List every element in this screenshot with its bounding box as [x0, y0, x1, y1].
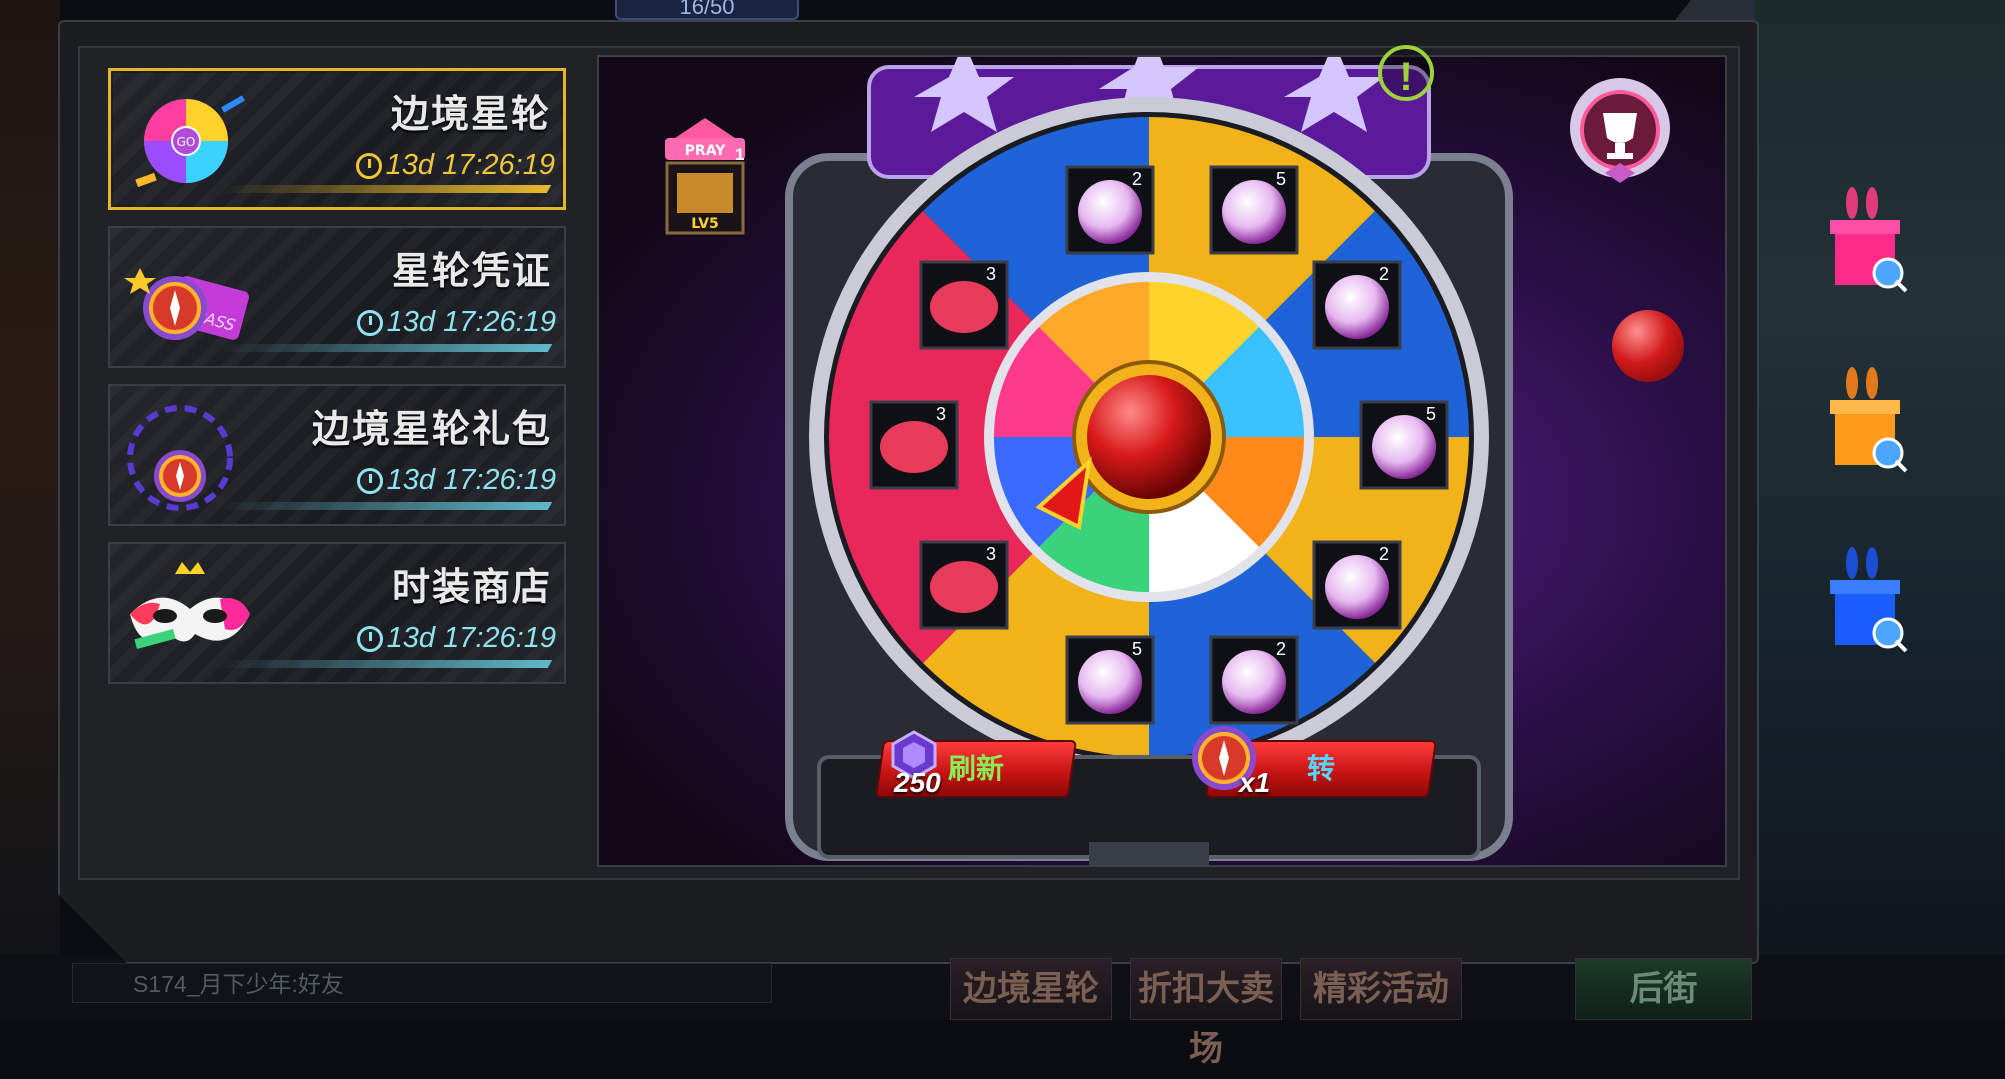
- chat-bar[interactable]: S174_月下少年:好友: [72, 963, 772, 1003]
- slot-count: 3: [986, 264, 996, 284]
- tab-fashion-shop[interactable]: 时装商店 13d 17:26:19: [108, 542, 566, 684]
- tab-timer: 13d 17:26:19: [355, 149, 555, 182]
- tab-timer: 13d 17:26:19: [356, 306, 556, 339]
- timer-text: 13d 17:26:19: [386, 622, 556, 654]
- tab-title: 星轮凭证: [391, 251, 552, 293]
- refresh-cost: 250: [894, 767, 941, 798]
- tab-title: 边境星轮: [390, 94, 551, 136]
- pray-chest-icon: PRAY LV5: [665, 118, 745, 235]
- timer-text: 13d 17:26:19: [385, 149, 555, 181]
- bottom-tab-events[interactable]: 精彩活动: [1300, 958, 1462, 1020]
- tab-wheel-pass[interactable]: PASS 星轮凭证 13d 17:26:19: [108, 226, 566, 368]
- slot-count: 2: [1379, 544, 1389, 564]
- top-counter: 16/50: [615, 0, 799, 20]
- svg-text:PRAY: PRAY: [685, 143, 727, 159]
- pray-badge[interactable]: PRAY LV5: [655, 108, 755, 238]
- background-left: [0, 0, 60, 1020]
- slot-count: 5: [1276, 169, 1286, 189]
- slot-count: 3: [986, 544, 996, 564]
- tab-progress-bar: [218, 185, 552, 193]
- compass-gauge-icon: [127, 405, 233, 511]
- pass-ticket-icon: PASS: [124, 268, 249, 340]
- gift-box-pink-icon[interactable]: [1830, 185, 1910, 295]
- timer-text: 13d 17:26:19: [386, 306, 556, 338]
- stopwatch-icon: [355, 152, 382, 179]
- svg-text:LV5: LV5: [691, 216, 719, 232]
- slot-lever[interactable]: [1612, 310, 1684, 382]
- tab-title: 边境星轮礼包: [311, 409, 552, 451]
- tab-frontier-wheel[interactable]: GO 边境星轮 13d 17:26:19: [108, 68, 566, 210]
- spin-cost: x1: [1239, 767, 1271, 798]
- stopwatch-icon: [356, 625, 383, 652]
- color-wheel-icon: GO: [135, 95, 245, 188]
- trophy-icon[interactable]: [1565, 68, 1675, 198]
- stopwatch-icon: [356, 309, 383, 336]
- pray-badge-count: 1: [735, 145, 745, 164]
- tab-progress-bar: [217, 344, 553, 352]
- slot-count: 5: [1426, 404, 1436, 424]
- tab-progress-bar: [217, 660, 553, 668]
- slot-count: 3: [936, 404, 946, 424]
- slot-machine-stage: 2 5 2 5 2 2 5 3 3 3 刷新 250 转 x1: [597, 55, 1727, 867]
- tab-timer: 13d 17:26:19: [356, 622, 556, 655]
- tab-title: 时装商店: [391, 567, 552, 609]
- slot-count: 2: [1276, 639, 1286, 659]
- slot-count: 5: [1132, 639, 1142, 659]
- gift-box-blue-icon[interactable]: [1830, 545, 1910, 655]
- tab-progress-bar: [217, 502, 553, 510]
- background-right: [1755, 0, 2005, 1020]
- gift-box-orange-icon[interactable]: [1830, 365, 1910, 475]
- bottom-tab-frontier-wheel[interactable]: 边境星轮: [950, 958, 1112, 1020]
- slot-count: 2: [1379, 264, 1389, 284]
- stopwatch-icon: [356, 467, 383, 494]
- svg-text:GO: GO: [177, 135, 196, 149]
- mask-icon: [130, 562, 250, 650]
- tab-wheel-pack[interactable]: 边境星轮礼包 13d 17:26:19: [108, 384, 566, 526]
- bottom-tab-back-street[interactable]: 后街: [1575, 958, 1752, 1020]
- info-icon[interactable]: !: [1378, 45, 1434, 101]
- slot-count: 2: [1132, 169, 1142, 189]
- timer-text: 13d 17:26:19: [386, 464, 556, 496]
- tab-timer: 13d 17:26:19: [356, 464, 556, 497]
- panel-corner: [1675, 0, 1755, 20]
- bottom-tab-discount[interactable]: 折扣大卖场: [1130, 958, 1282, 1068]
- event-tab-list: GO 边境星轮 13d 17:26:19 PASS 星轮凭证 13d 17:26…: [108, 68, 570, 700]
